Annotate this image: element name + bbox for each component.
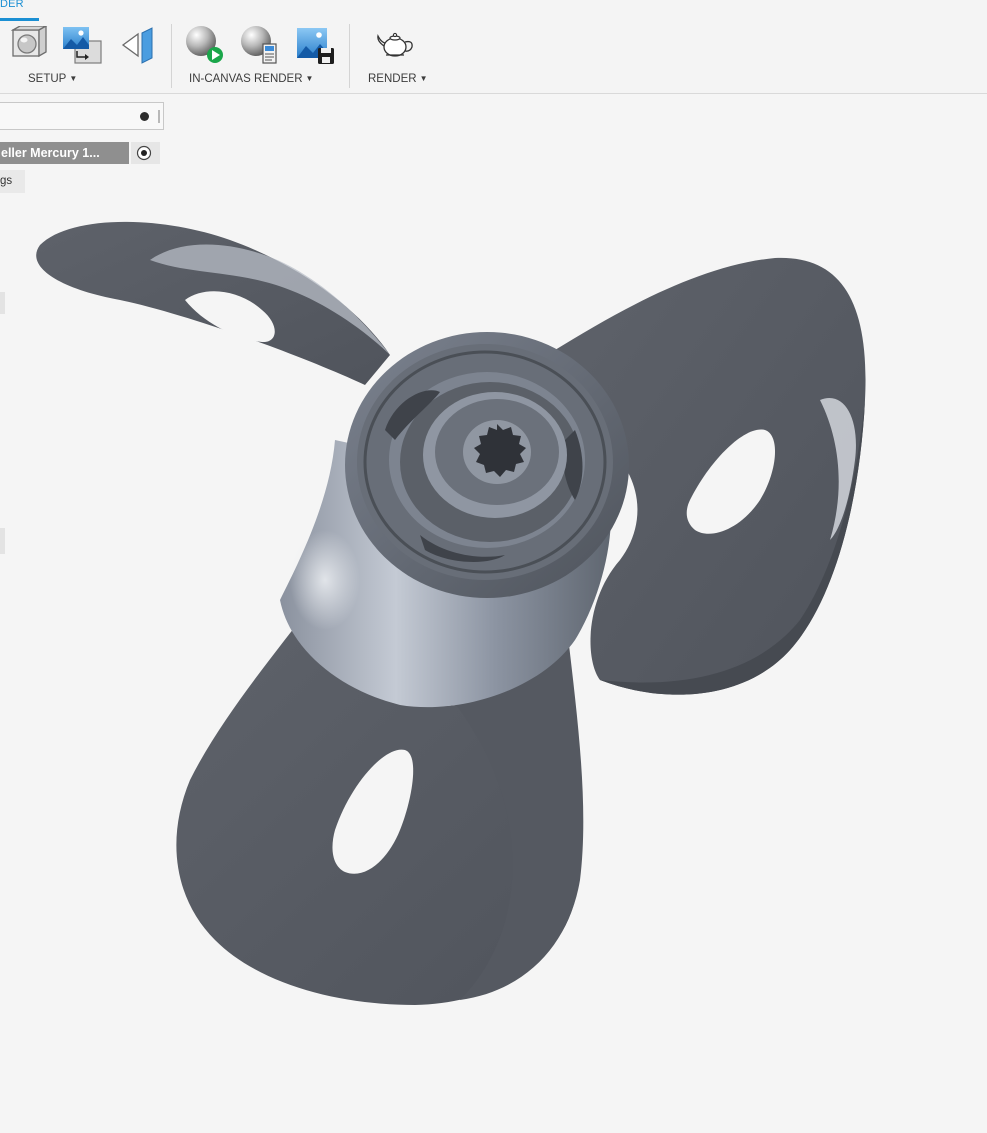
environment-library-button[interactable] bbox=[62, 24, 102, 66]
chevron-down-icon: ▼ bbox=[419, 74, 428, 83]
group-divider bbox=[171, 24, 172, 88]
in-canvas-render-settings-button[interactable] bbox=[240, 24, 280, 66]
panel-resize-handle[interactable] bbox=[158, 110, 160, 123]
render-group-label[interactable]: RENDER ▼ bbox=[368, 73, 427, 85]
render-teapot-icon bbox=[375, 27, 417, 63]
record-dot-icon[interactable] bbox=[140, 112, 149, 121]
in-canvas-render-label: IN-CANVAS RENDER bbox=[189, 73, 303, 85]
panel-edge-marker bbox=[0, 292, 5, 314]
texture-map-button[interactable] bbox=[118, 24, 158, 66]
scene-settings-icon bbox=[11, 26, 49, 64]
chevron-down-icon: ▼ bbox=[305, 74, 314, 83]
render-button[interactable] bbox=[376, 24, 416, 66]
capture-image-icon bbox=[294, 24, 336, 66]
texture-map-icon bbox=[118, 25, 158, 65]
tab-render[interactable]: DER bbox=[0, 0, 24, 10]
setup-group-label[interactable]: SETUP ▼ bbox=[28, 73, 77, 85]
model-viewport[interactable] bbox=[0, 95, 987, 1133]
toolbar-ribbon: DER SETUP ▼ IN-CANVAS RENDER ▼ RENDER ▼ bbox=[0, 0, 987, 94]
capture-image-button[interactable] bbox=[295, 24, 335, 66]
chevron-down-icon: ▼ bbox=[69, 74, 78, 83]
browser-root-document[interactable]: eller Mercury 1... bbox=[0, 142, 129, 164]
setup-label: SETUP bbox=[28, 73, 67, 85]
settings-tree-item[interactable]: gs bbox=[0, 170, 25, 193]
in-canvas-render-group-label[interactable]: IN-CANVAS RENDER ▼ bbox=[189, 73, 313, 85]
render-label: RENDER bbox=[368, 73, 417, 85]
environment-library-icon bbox=[61, 25, 103, 65]
in-canvas-render-start-icon bbox=[184, 24, 226, 66]
propeller-model[interactable] bbox=[36, 221, 866, 1005]
active-tab-indicator bbox=[0, 18, 39, 21]
radio-selected-icon[interactable] bbox=[136, 145, 152, 161]
group-divider bbox=[349, 24, 350, 88]
in-canvas-render-settings-icon bbox=[239, 24, 281, 66]
start-in-canvas-render-button[interactable] bbox=[185, 24, 225, 66]
scene-settings-button[interactable] bbox=[10, 24, 50, 66]
panel-edge-marker bbox=[0, 528, 5, 554]
hub-shine bbox=[290, 530, 360, 630]
